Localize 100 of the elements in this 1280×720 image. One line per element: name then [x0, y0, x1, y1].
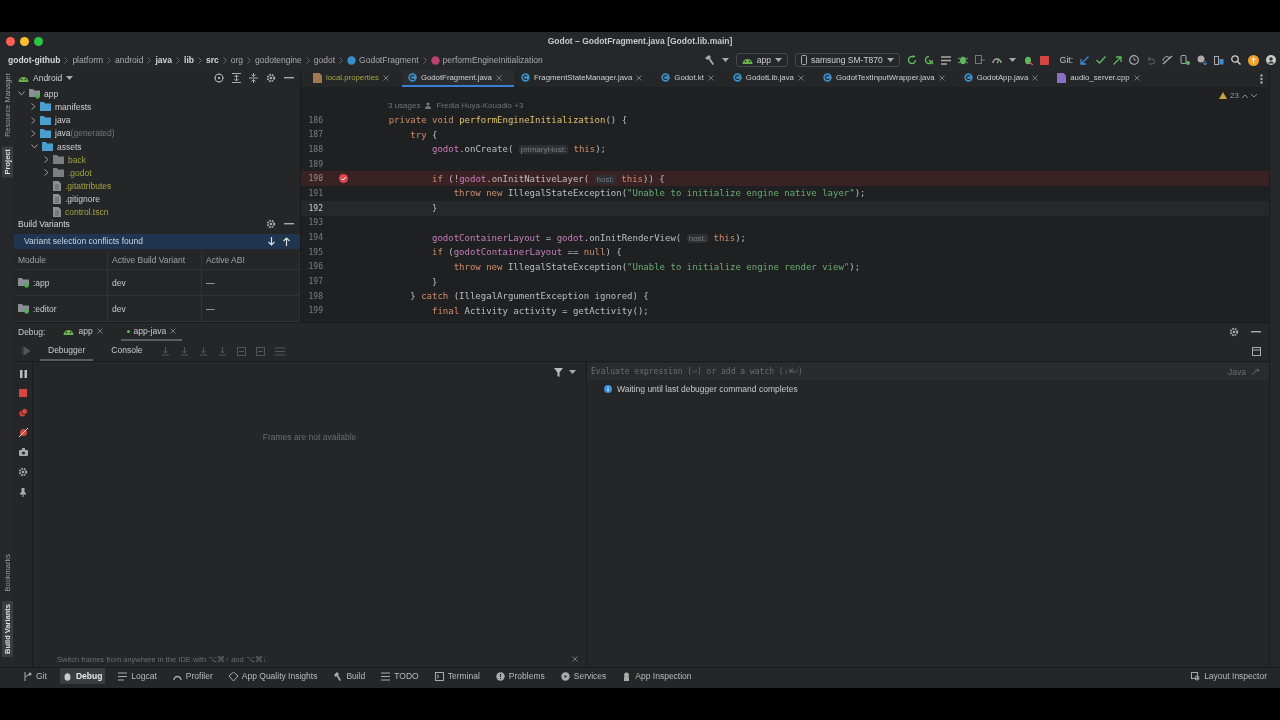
zoom-button[interactable]: [34, 36, 43, 46]
breakpoints-icon[interactable]: [18, 408, 28, 417]
tree-item[interactable]: .gitattributes: [14, 179, 300, 193]
breadcrumb-item[interactable]: src: [205, 55, 219, 65]
up-arrow-icon[interactable]: [283, 236, 290, 246]
device-manager-icon[interactable]: [1180, 55, 1190, 65]
update-icon[interactable]: [1248, 54, 1259, 66]
camera-icon[interactable]: [18, 448, 28, 456]
close-button[interactable]: [6, 36, 15, 46]
usages-link[interactable]: 3 usages: [388, 100, 421, 110]
close-icon[interactable]: [495, 74, 502, 81]
tool-window-button[interactable]: App Inspection: [619, 668, 695, 684]
close-icon[interactable]: [938, 74, 945, 81]
tool-window-button[interactable]: Layout Inspector: [1188, 668, 1270, 684]
tree-item[interactable]: .godot: [14, 166, 300, 180]
close-icon[interactable]: [797, 74, 804, 81]
clock-icon[interactable]: [1129, 55, 1139, 65]
minimize-button[interactable]: [20, 36, 29, 46]
caret-icon[interactable]: [721, 58, 729, 62]
undo-icon[interactable]: [1146, 55, 1155, 65]
settings-icon[interactable]: [266, 73, 276, 84]
settings-icon[interactable]: [1229, 327, 1239, 337]
close-icon[interactable]: [572, 656, 578, 662]
tree-item[interactable]: java(generated): [14, 126, 300, 140]
check-icon[interactable]: [1096, 56, 1106, 64]
breadcrumb-item[interactable]: lib: [184, 55, 194, 65]
tool-window-button[interactable]: Build: [330, 668, 369, 684]
tool-window-button[interactable]: Debug: [59, 668, 106, 684]
minimize-icon[interactable]: [284, 77, 294, 80]
settings-icon[interactable]: [18, 467, 28, 477]
caret-icon[interactable]: [774, 58, 782, 62]
tool-window-button[interactable]: Profiler: [169, 668, 216, 684]
tool-window-button[interactable]: Git: [20, 668, 50, 684]
breadcrumb-item[interactable]: org: [230, 55, 243, 65]
run-config-dropdown[interactable]: app: [735, 53, 788, 67]
filter-icon[interactable]: [554, 367, 563, 377]
settings-icon[interactable]: [266, 219, 276, 230]
hammer-icon[interactable]: [703, 55, 715, 65]
breadcrumb-item[interactable]: godotengine: [255, 55, 302, 65]
session-tab[interactable]: app-java: [120, 323, 183, 341]
chevron-icon[interactable]: [31, 129, 36, 137]
search-icon[interactable]: [1231, 55, 1241, 65]
breadcrumb-item[interactable]: java: [155, 55, 172, 65]
breakpoint-icon[interactable]: [338, 174, 348, 184]
debugger-tab[interactable]: Console: [103, 341, 151, 361]
push-arrow-icon[interactable]: [1113, 55, 1122, 65]
debug-icon[interactable]: [957, 55, 968, 65]
close-icon[interactable]: [382, 74, 389, 81]
list-icon[interactable]: [940, 55, 951, 65]
rerun-icon[interactable]: [906, 55, 917, 65]
tree-item[interactable]: manifests: [14, 100, 300, 114]
tree-item[interactable]: back: [14, 153, 300, 167]
profile-icon[interactable]: [991, 56, 1002, 64]
close-icon[interactable]: [1032, 74, 1039, 81]
chevron-icon[interactable]: [31, 144, 38, 149]
structure-icon[interactable]: [1214, 55, 1224, 65]
tool-window-button[interactable]: Services: [557, 668, 610, 684]
tree-item[interactable]: control.tscn: [14, 205, 300, 217]
layout-icon[interactable]: [1252, 346, 1261, 356]
close-icon[interactable]: [170, 328, 177, 334]
tool-window-button[interactable]: TODO: [378, 668, 422, 684]
chevron-icon[interactable]: [31, 103, 36, 111]
warning-count[interactable]: 23: [1219, 91, 1257, 100]
table-cell[interactable]: dev: [108, 270, 202, 295]
breadcrumb-item[interactable]: android: [115, 55, 144, 65]
update-arrow-icon[interactable]: [1080, 55, 1089, 65]
tool-window-button[interactable]: Problems: [492, 668, 548, 684]
tool-window-button[interactable]: App Quality Insights: [225, 668, 321, 684]
close-icon[interactable]: [1133, 74, 1140, 81]
expand-all-icon[interactable]: [232, 73, 241, 84]
more-icon[interactable]: [1260, 73, 1263, 84]
session-tab[interactable]: app: [57, 323, 109, 341]
down-arrow-icon[interactable]: [268, 236, 275, 246]
collapse-all-icon[interactable]: [249, 73, 258, 84]
caret-icon[interactable]: [569, 370, 576, 374]
breadcrumb-item[interactable]: godot-github: [8, 55, 61, 65]
breadcrumb-item[interactable]: performEngineInitialization: [430, 55, 543, 65]
target-icon[interactable]: [214, 73, 224, 84]
table-cell[interactable]: dev: [108, 296, 202, 321]
tool-window-button[interactable]: Logcat: [115, 668, 160, 684]
breadcrumb-item[interactable]: GodotFragment: [347, 55, 419, 65]
mute-breakpoints-icon[interactable]: [18, 428, 28, 437]
tree-item[interactable]: app: [14, 87, 300, 101]
caret-icon[interactable]: [66, 76, 74, 81]
view-dropdown[interactable]: Android: [18, 73, 74, 84]
debugger-tab[interactable]: Debugger: [40, 341, 94, 361]
apply-changes-icon[interactable]: [923, 55, 934, 65]
minimize-icon[interactable]: [1251, 331, 1261, 333]
close-icon[interactable]: [707, 74, 714, 81]
chevron-icon[interactable]: [44, 169, 49, 177]
avatar-icon[interactable]: [1266, 55, 1276, 65]
caret-icon[interactable]: [886, 58, 894, 62]
chevron-icon[interactable]: [31, 116, 36, 124]
stop-icon[interactable]: [1039, 55, 1049, 65]
tree-item[interactable]: java: [14, 113, 300, 127]
device-dropdown[interactable]: samsung SM-T870: [794, 53, 900, 67]
pause-icon[interactable]: [19, 370, 27, 378]
close-icon[interactable]: [636, 74, 643, 81]
chevron-icon[interactable]: [44, 156, 49, 164]
close-icon[interactable]: [96, 328, 103, 334]
